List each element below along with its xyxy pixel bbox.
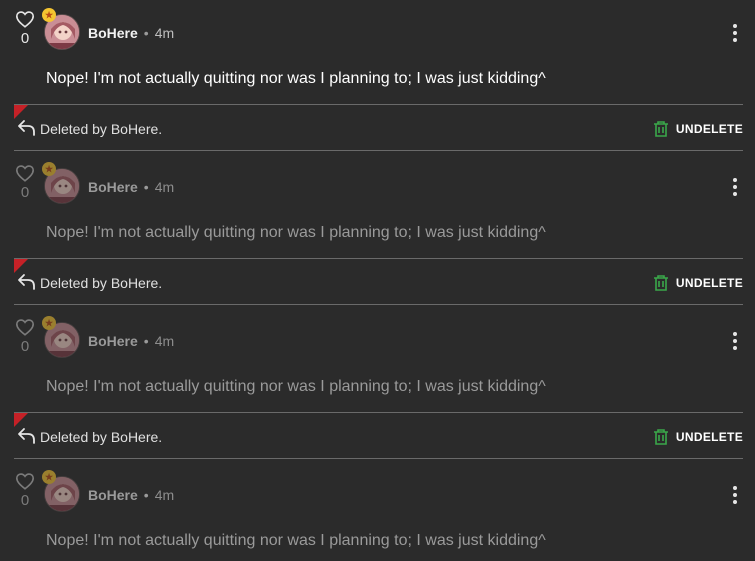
separator: •	[143, 179, 149, 195]
trash-restore-icon	[653, 275, 668, 291]
heart-icon[interactable]	[15, 164, 35, 182]
username[interactable]: BoHere	[88, 333, 138, 349]
like-control[interactable]: 0	[14, 10, 36, 48]
deleted-text: Deleted by BoHere.	[40, 275, 163, 291]
like-count: 0	[20, 338, 30, 355]
heart-icon[interactable]	[15, 10, 35, 28]
undelete-label: UNDELETE	[675, 430, 743, 444]
kebab-menu-icon[interactable]	[730, 24, 740, 44]
comment-3: 0 ★ BoHere • 4m Nope! I'm not actually qui…	[0, 462, 755, 561]
reply-arrow-icon	[18, 428, 35, 444]
kebab-menu-icon[interactable]	[730, 178, 740, 198]
avatar[interactable]: ★	[42, 162, 82, 206]
kebab-menu-icon[interactable]	[730, 332, 740, 352]
heart-icon[interactable]	[15, 318, 35, 336]
separator: •	[143, 333, 149, 349]
timestamp: 4m	[154, 487, 175, 503]
star-badge-icon: ★	[42, 8, 56, 22]
deleted-notice: Deleted by BoHere. UNDELETE	[14, 104, 743, 151]
reply-arrow-icon	[18, 120, 35, 136]
undelete-button[interactable]: UNDELETE	[653, 273, 743, 293]
comment-meta: BoHere • 4m	[88, 24, 174, 42]
comment-text: Nope! I'm not actually quitting nor was …	[46, 70, 546, 87]
deleted-text: Deleted by BoHere.	[40, 121, 163, 137]
username[interactable]: BoHere	[88, 25, 138, 41]
timestamp: 4m	[154, 179, 175, 195]
deleted-notice: Deleted by BoHere. UNDELETE	[14, 258, 743, 305]
timestamp: 4m	[154, 333, 175, 349]
kebab-menu-icon[interactable]	[730, 486, 740, 506]
trash-restore-icon	[653, 121, 668, 137]
separator: •	[143, 25, 149, 41]
username[interactable]: BoHere	[88, 487, 138, 503]
like-control[interactable]: 0	[14, 164, 36, 202]
comment-meta: BoHere • 4m	[88, 178, 174, 196]
star-badge-icon: ★	[42, 162, 56, 176]
avatar[interactable]: ★	[42, 316, 82, 360]
star-badge-icon: ★	[42, 470, 56, 484]
undelete-button[interactable]: UNDELETE	[653, 119, 743, 139]
deleted-text: Deleted by BoHere.	[40, 429, 163, 445]
trash-restore-icon	[653, 429, 668, 445]
timestamp: 4m	[154, 25, 175, 41]
avatar[interactable]: ★	[42, 8, 82, 52]
like-control[interactable]: 0	[14, 318, 36, 356]
comment-2: 0 ★ BoHere • 4m Nope! I'm not actually qui…	[0, 308, 755, 413]
like-control[interactable]: 0	[14, 472, 36, 510]
deleted-notice: Deleted by BoHere. UNDELETE	[14, 412, 743, 459]
heart-icon[interactable]	[15, 472, 35, 490]
separator: •	[143, 487, 149, 503]
undelete-label: UNDELETE	[675, 122, 743, 136]
like-count: 0	[20, 492, 30, 509]
comment-text: Nope! I'm not actually quitting nor was …	[46, 532, 546, 549]
comment-0: 0 ★ BoHere • 4m Nope! I'm not actually qui…	[0, 0, 755, 105]
comment-text: Nope! I'm not actually quitting nor was …	[46, 378, 546, 395]
reply-arrow-icon	[18, 274, 35, 290]
undelete-button[interactable]: UNDELETE	[653, 427, 743, 447]
like-count: 0	[20, 184, 30, 201]
undelete-label: UNDELETE	[675, 276, 743, 290]
comment-meta: BoHere • 4m	[88, 332, 174, 350]
like-count: 0	[20, 30, 30, 47]
comment-meta: BoHere • 4m	[88, 486, 174, 504]
comment-text: Nope! I'm not actually quitting nor was …	[46, 224, 546, 241]
star-badge-icon: ★	[42, 316, 56, 330]
comment-1: 0 ★ BoHere • 4m Nope! I'm not actually qui…	[0, 154, 755, 259]
username[interactable]: BoHere	[88, 179, 138, 195]
avatar[interactable]: ★	[42, 470, 82, 514]
